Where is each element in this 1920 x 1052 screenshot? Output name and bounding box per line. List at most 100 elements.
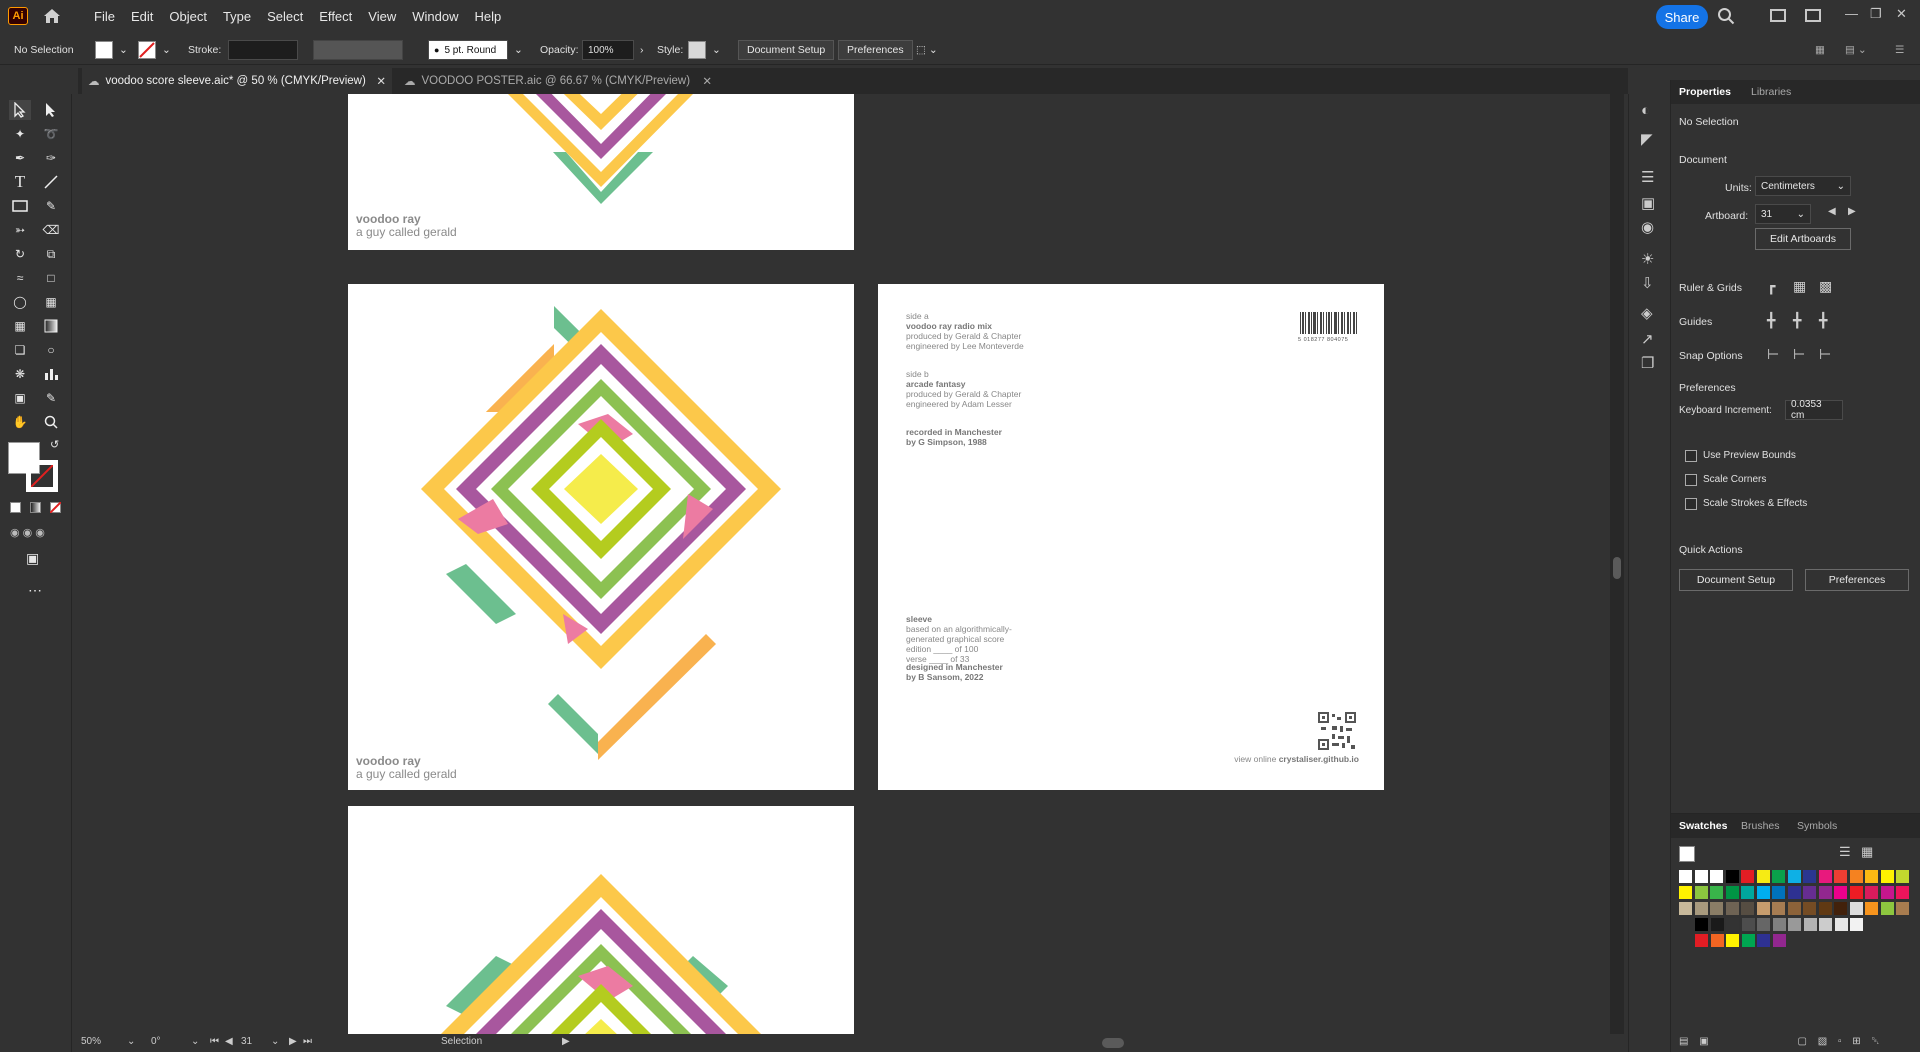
- tab-libraries[interactable]: Libraries: [1751, 86, 1791, 98]
- mesh-tool-icon[interactable]: ▦: [9, 316, 31, 336]
- swatch-cell[interactable]: [1710, 902, 1723, 915]
- swatch-cell[interactable]: [1694, 902, 1708, 915]
- swatch-cell[interactable]: [1756, 902, 1770, 915]
- swatch-cell[interactable]: [1726, 918, 1739, 931]
- document-setup-quick-button[interactable]: Document Setup: [1679, 569, 1793, 591]
- chevron-down-icon[interactable]: ⌄: [162, 44, 171, 56]
- swatch-cell[interactable]: [1710, 934, 1724, 947]
- rotate-tool-icon[interactable]: ↻: [9, 244, 31, 264]
- swatch-cell[interactable]: [1803, 886, 1816, 899]
- selection-tool-icon[interactable]: [9, 100, 31, 120]
- artboards-panel-icon[interactable]: ❐: [1641, 354, 1654, 372]
- direct-selection-tool-icon[interactable]: [40, 100, 62, 120]
- menu-window[interactable]: Window: [404, 9, 466, 24]
- swap-colors-icon[interactable]: ↺: [50, 438, 59, 451]
- lasso-icon[interactable]: ➰: [40, 124, 62, 144]
- eraser-icon[interactable]: ⌫: [40, 220, 62, 240]
- grid-icon[interactable]: ▦: [1793, 278, 1806, 295]
- swatch-cell[interactable]: [1772, 870, 1785, 883]
- screen-mode-icon[interactable]: ▣: [26, 550, 39, 567]
- swatch-cell[interactable]: [1741, 902, 1754, 915]
- appearance-icon[interactable]: ☀: [1641, 250, 1654, 268]
- preferences-quick-button[interactable]: Preferences: [1805, 569, 1909, 591]
- document-setup-button[interactable]: Document Setup: [738, 40, 835, 60]
- magic-wand-icon[interactable]: ✦: [9, 124, 31, 144]
- curvature-tool-icon[interactable]: ✑: [40, 148, 62, 168]
- horizontal-scrollbar-thumb[interactable]: [1102, 1038, 1124, 1048]
- swatch-options-icon[interactable]: ▢: [1797, 1036, 1806, 1047]
- align-icon[interactable]: ▦: [1815, 35, 1825, 65]
- swatch-cell[interactable]: [1803, 870, 1816, 883]
- minimize-icon[interactable]: —: [1845, 6, 1858, 21]
- swatch-cell[interactable]: [1849, 870, 1863, 883]
- rectangle-tool-icon[interactable]: [9, 196, 31, 216]
- swatch-cell[interactable]: [1849, 886, 1863, 899]
- swatch-cell[interactable]: [1695, 918, 1708, 931]
- color-guide-icon[interactable]: ◐: [1641, 102, 1650, 119]
- swatch-cell[interactable]: [1725, 870, 1739, 883]
- edit-artboards-button[interactable]: Edit Artboards: [1755, 228, 1851, 250]
- swatch-cell[interactable]: [1880, 870, 1894, 883]
- swatch-cell[interactable]: [1896, 886, 1909, 899]
- tab-properties[interactable]: Properties: [1679, 86, 1731, 98]
- chevron-right-icon[interactable]: ›: [640, 44, 644, 56]
- color-mode-icon[interactable]: [10, 502, 21, 513]
- prev-artboard-icon[interactable]: ◀: [225, 1036, 233, 1047]
- color-group-icon[interactable]: ▧: [1818, 1036, 1827, 1047]
- new-swatch-icon[interactable]: ⊞: [1852, 1036, 1860, 1047]
- artboard-number[interactable]: 31: [241, 1036, 252, 1047]
- menu-edit[interactable]: Edit: [123, 9, 161, 24]
- swatch-cell[interactable]: [1880, 886, 1894, 899]
- close-window-icon[interactable]: ✕: [1896, 6, 1907, 22]
- swatch-cell[interactable]: [1880, 902, 1894, 915]
- swatch-cell[interactable]: [1818, 886, 1832, 899]
- swatch-cell[interactable]: [1741, 934, 1755, 947]
- delete-swatch-icon[interactable]: ␡: [1871, 1036, 1879, 1047]
- next-artboard-icon[interactable]: ▶: [289, 1036, 297, 1047]
- warp-tool-icon[interactable]: ≈: [9, 268, 31, 288]
- swatch-cell[interactable]: [1865, 886, 1878, 899]
- show-guides-icon[interactable]: ╋: [1767, 312, 1775, 329]
- swatch-cell[interactable]: [1818, 870, 1832, 883]
- brush-definition[interactable]: ● 5 pt. Round: [428, 40, 508, 60]
- swatch-cell[interactable]: [1695, 934, 1708, 947]
- menu-view[interactable]: View: [360, 9, 404, 24]
- shape-builder-icon[interactable]: ◯: [9, 292, 31, 312]
- swatch-cell[interactable]: [1725, 886, 1739, 899]
- swatch-cell[interactable]: [1896, 902, 1909, 915]
- chevron-down-icon[interactable]: ⌄: [127, 1036, 135, 1047]
- restore-icon[interactable]: ❐: [1870, 6, 1882, 22]
- artboard-back-cover[interactable]: side a voodoo ray radio mix produced by …: [878, 284, 1384, 790]
- blend-tool-icon[interactable]: ○: [40, 340, 62, 360]
- swatch-cell[interactable]: [1679, 902, 1692, 915]
- stroke-panel-icon[interactable]: ☰: [1641, 168, 1654, 186]
- scale-corners-checkbox[interactable]: [1685, 474, 1697, 486]
- workspace-icon[interactable]: [1805, 9, 1821, 22]
- swatch-cell[interactable]: [1710, 870, 1723, 883]
- swatch-cell[interactable]: [1850, 918, 1863, 931]
- units-dropdown[interactable]: Centimeters ⌄: [1755, 176, 1851, 196]
- swatch-cell[interactable]: [1803, 918, 1817, 931]
- tab-voodoo-poster[interactable]: ☁ VOODOO POSTER.aic @ 66.67 % (CMYK/Prev…: [398, 68, 718, 94]
- tab-symbols[interactable]: Symbols: [1797, 820, 1837, 832]
- previous-artboard-icon[interactable]: ◀: [1828, 206, 1836, 217]
- swatch-cell[interactable]: [1679, 886, 1692, 899]
- close-tab-icon[interactable]: ✕: [702, 74, 712, 88]
- symbol-sprayer-icon[interactable]: ❋: [9, 364, 31, 384]
- chevron-down-icon[interactable]: ⌄: [712, 44, 721, 56]
- distribute-icon[interactable]: ▤ ⌄: [1845, 35, 1867, 65]
- home-icon[interactable]: [42, 6, 62, 26]
- next-artboard-icon[interactable]: ▶: [1848, 206, 1856, 217]
- close-tab-icon[interactable]: ✕: [376, 74, 386, 88]
- hand-tool-icon[interactable]: ✋: [9, 412, 31, 432]
- zoom-level[interactable]: 50%: [81, 1036, 101, 1047]
- swatch-cell[interactable]: [1818, 902, 1832, 915]
- swatch-cell[interactable]: [1772, 902, 1785, 915]
- gradient-mode-icon[interactable]: [30, 502, 41, 513]
- swatch-cell[interactable]: [1741, 918, 1755, 931]
- shaper-tool-icon[interactable]: ➳: [9, 220, 31, 240]
- swatch-cell[interactable]: [1834, 886, 1847, 899]
- swatch-fill-preview[interactable]: [1679, 846, 1695, 862]
- tab-swatches[interactable]: Swatches: [1679, 820, 1727, 832]
- swatch-cell[interactable]: [1865, 902, 1878, 915]
